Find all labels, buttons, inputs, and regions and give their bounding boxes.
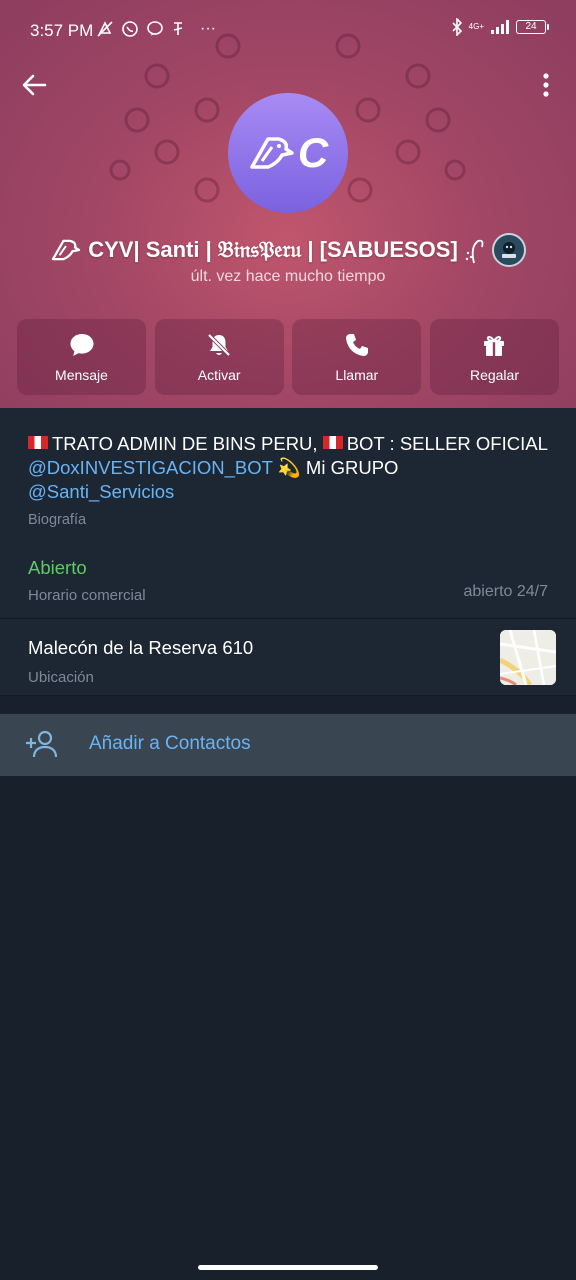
location-label: Ubicación [28,669,94,686]
bluetooth-icon [452,18,462,36]
gift-icon [484,335,505,356]
business-hours-status: Abierto [28,557,87,578]
condor-logo-icon [52,239,81,261]
more-notifications-indicator: ··· [200,20,216,37]
profile-header: 3:57 PM ··· 4G+ 24 C CYV| Santi | 𝔅𝔦𝔫𝔰𝔓𝔢… [0,0,576,408]
bot-username-link[interactable]: @DoxINVESTIGACION_BOT [28,457,273,478]
message-button[interactable]: Mensaje [17,319,146,395]
signal-icon [491,20,509,34]
phone-icon [345,333,368,356]
network-type: 4G+ [468,22,484,31]
notification-icons: ··· [96,20,216,38]
avatar[interactable]: C [228,93,348,213]
call-button[interactable]: Llamar [292,319,422,395]
profile-name: CYV| Santi | 𝔅𝔦𝔫𝔰𝔓𝔢𝔯𝔲 | [SABUESOS] [88,237,458,262]
battery-level: 24 [525,21,537,32]
business-hours-label: Horario comercial [28,587,146,604]
back-arrow-icon[interactable] [20,70,50,100]
profile-name-row: CYV| Santi | 𝔅𝔦𝔫𝔰𝔓𝔢𝔯𝔲 | [SABUESOS] [0,232,576,268]
location-row[interactable]: Malecón de la Reserva 610 Ubicación [0,619,576,696]
whatsapp-icon [122,21,138,37]
emoji-status-badge[interactable] [491,233,526,267]
call-button-label: Llamar [335,366,379,383]
battery-icon: 24 [516,20,549,34]
location-address: Malecón de la Reserva 610 [28,637,254,658]
add-to-contacts-label: Añadir a Contactos [89,733,251,754]
bins-logo-icon [501,242,516,258]
home-indicator[interactable] [198,1265,378,1270]
avatar-letter: C [297,129,329,176]
decorative-swirl-icon [465,239,484,264]
add-user-icon [26,730,58,758]
unmute-button-label: Activar [197,366,241,383]
bio-text: TRATO ADMIN DE BINS PERU, BOT : SELLER O… [28,432,548,504]
map-preview-icon [500,630,556,685]
bio-section: TRATO ADMIN DE BINS PERU, BOT : SELLER O… [0,408,576,545]
peru-flag-icon [28,436,48,449]
status-bar: 3:57 PM ··· 4G+ 24 [0,0,576,60]
status-time: 3:57 PM [30,21,94,40]
gift-button-label: Regalar [469,366,519,383]
bio-label: Biografía [28,512,87,528]
condor-logo-icon [250,137,294,169]
app-notification-icon [173,22,183,35]
bell-off-icon [207,333,231,356]
map-thumbnail[interactable] [500,630,556,685]
profile-actions: Mensaje Activar Llamar Regalar [17,319,559,395]
line-app-icon [147,21,163,36]
message-button-label: Mensaje [55,366,108,383]
chat-bubble-icon [70,333,93,356]
bio-part-1: TRATO ADMIN DE BINS PERU, [52,433,323,454]
peru-flag-icon [322,436,343,449]
unmute-button[interactable]: Activar [154,319,284,395]
last-seen-status: últ. vez hace mucho tiempo [190,268,386,285]
status-right: 4G+ 24 [451,18,549,36]
mute-notification-icon [97,21,113,37]
bio-part-3: 💫 Mi GRUPO [272,457,399,478]
bio-part-2: BOT : SELLER OFICIAL [346,433,548,454]
group-username-link[interactable]: @Santi_Servicios [28,481,174,502]
gift-button[interactable]: Regalar [429,319,559,395]
add-to-contacts-button[interactable]: Añadir a Contactos [0,714,576,776]
business-hours-row[interactable]: Abierto Horario comercial abierto 24/7 [0,545,576,619]
business-hours-value: abierto 24/7 [463,583,548,600]
more-vertical-icon[interactable] [536,70,556,100]
profile-info: TRATO ADMIN DE BINS PERU, BOT : SELLER O… [0,408,576,696]
